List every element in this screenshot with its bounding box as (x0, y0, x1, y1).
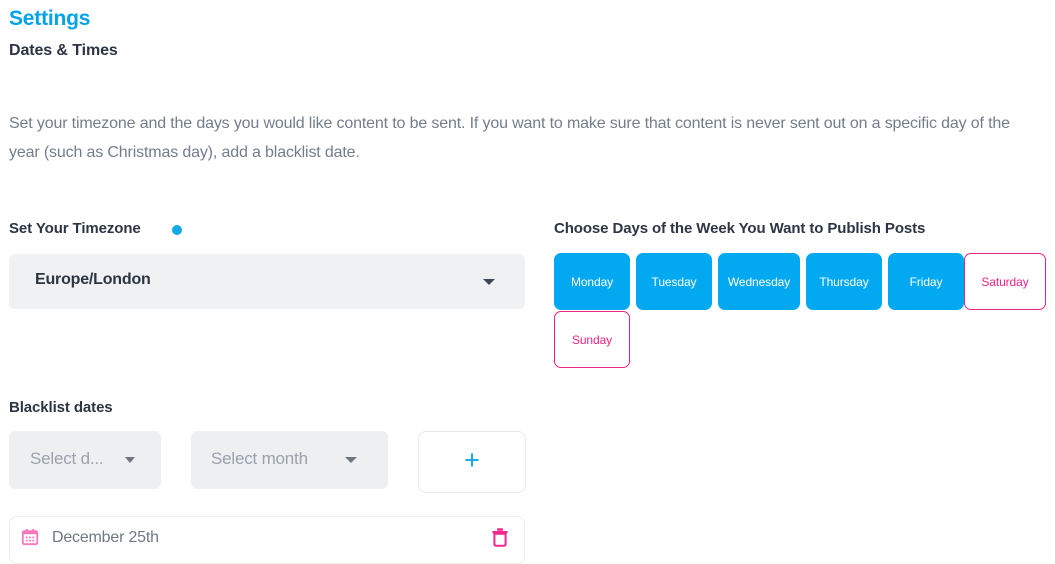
day-button-monday[interactable]: Monday (554, 253, 630, 310)
blacklist-day-placeholder: Select d... (30, 449, 104, 468)
day-button-friday[interactable]: Friday (888, 253, 964, 310)
day-button-saturday[interactable]: Saturday (964, 253, 1046, 310)
timezone-status-dot-icon (172, 225, 182, 235)
day-button-label: Wednesday (727, 274, 791, 289)
page-title: Settings (9, 7, 91, 30)
days-of-week-label: Choose Days of the Week You Want to Publ… (554, 220, 926, 237)
day-button-wednesday[interactable]: Wednesday (718, 253, 800, 310)
timezone-label: Set Your Timezone (9, 220, 141, 237)
intro-text: Set your timezone and the days you would… (9, 115, 1010, 161)
blacklist-month-select[interactable]: Select month (191, 431, 388, 489)
blacklist-label: Blacklist dates (9, 399, 113, 416)
settings-page: Settings Dates & Times Set your timezone… (0, 0, 1055, 564)
chevron-down-icon (125, 457, 135, 463)
day-button-label: Saturday (981, 274, 1029, 289)
day-button-thursday[interactable]: Thursday (806, 253, 882, 310)
calendar-icon (21, 528, 39, 546)
day-button-label: Monday (570, 274, 614, 289)
page-subtitle: Dates & Times (9, 42, 118, 59)
day-button-tuesday[interactable]: Tuesday (636, 253, 712, 310)
blacklist-date-text: December 25th (52, 529, 159, 546)
trash-icon[interactable] (491, 527, 509, 547)
day-button-label: Friday (909, 274, 943, 289)
timezone-select[interactable]: Europe/London (9, 254, 525, 309)
chevron-down-icon (483, 279, 495, 285)
blacklist-month-placeholder: Select month (211, 449, 308, 468)
day-button-sunday[interactable]: Sunday (554, 311, 630, 368)
plus-icon: + (464, 445, 480, 475)
blacklist-date-row: December 25th (9, 516, 525, 564)
add-blacklist-date-button[interactable]: + (418, 431, 526, 493)
timezone-selected-value: Europe/London (35, 271, 151, 288)
day-button-label: Sunday (571, 332, 613, 347)
chevron-down-icon (345, 457, 357, 463)
blacklist-day-select[interactable]: Select d... (9, 431, 161, 489)
day-button-label: Tuesday (651, 274, 697, 289)
day-button-label: Thursday (819, 274, 869, 289)
